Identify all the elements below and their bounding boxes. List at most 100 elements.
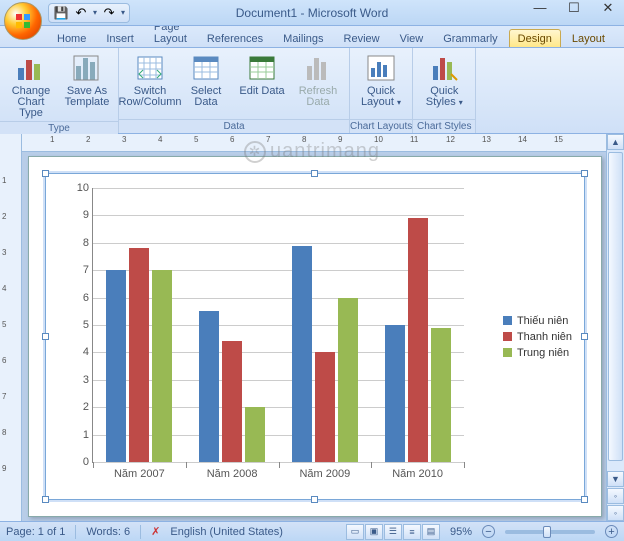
- legend-item[interactable]: Trung niên: [503, 347, 572, 359]
- bar[interactable]: [245, 407, 265, 462]
- x-axis-label: Năm 2008: [207, 468, 258, 480]
- switch-row-column-button[interactable]: Switch Row/Column: [123, 50, 177, 110]
- bar[interactable]: [408, 218, 428, 462]
- group-label-data: Data: [119, 119, 349, 133]
- tab-design[interactable]: Design: [509, 29, 561, 47]
- resize-handle[interactable]: [581, 170, 588, 177]
- bar[interactable]: [106, 270, 126, 462]
- x-axis-label: Năm 2007: [114, 468, 165, 480]
- close-button[interactable]: ✕: [598, 0, 618, 16]
- quick-layout-icon: [365, 52, 397, 84]
- title-bar: ▾ ▾ Document1 - Microsoft Word — ☐ ✕: [0, 0, 624, 26]
- office-button[interactable]: [4, 2, 42, 40]
- resize-handle[interactable]: [581, 496, 588, 503]
- status-bar: Page: 1 of 1 Words: 6 ✗ English (United …: [0, 521, 624, 541]
- bar[interactable]: [129, 248, 149, 462]
- tab-home[interactable]: Home: [48, 29, 95, 47]
- save-icon[interactable]: [53, 5, 69, 21]
- template-icon: [71, 52, 103, 84]
- resize-handle[interactable]: [581, 333, 588, 340]
- bar[interactable]: [315, 352, 335, 462]
- tab-format[interactable]: Format: [616, 29, 624, 47]
- zoom-slider-thumb[interactable]: [543, 526, 551, 538]
- bar[interactable]: [152, 270, 172, 462]
- chart-legend[interactable]: Thiếu niên Thanh niên Trung niên: [503, 311, 572, 363]
- chart-type-icon: [15, 52, 47, 84]
- y-axis-label: 8: [83, 237, 89, 249]
- zoom-out-button[interactable]: −: [482, 525, 495, 538]
- view-full-screen-icon[interactable]: ▣: [365, 524, 383, 540]
- bar[interactable]: [385, 325, 405, 462]
- group-chart-styles: Quick Styles ▾ Chart Styles: [413, 48, 476, 133]
- bar[interactable]: [292, 246, 312, 462]
- ribbon: Change Chart Type Save As Template Type …: [0, 48, 624, 134]
- bar[interactable]: [338, 298, 358, 462]
- tab-insert[interactable]: Insert: [97, 29, 143, 47]
- zoom-slider[interactable]: [505, 530, 595, 534]
- document-area: 123456789 123456789101112131415 01234567…: [0, 134, 624, 521]
- status-words[interactable]: Words: 6: [86, 526, 130, 538]
- chart-object[interactable]: 012345678910Năm 2007Năm 2008Năm 2009Năm …: [45, 173, 585, 500]
- maximize-button[interactable]: ☐: [564, 0, 584, 16]
- bar[interactable]: [199, 311, 219, 462]
- resize-handle[interactable]: [42, 333, 49, 340]
- zoom-level[interactable]: 95%: [450, 526, 472, 538]
- chevron-down-icon: ▾: [459, 98, 463, 107]
- horizontal-ruler[interactable]: 123456789101112131415: [22, 134, 606, 152]
- legend-item[interactable]: Thanh niên: [503, 331, 572, 343]
- tab-references[interactable]: References: [198, 29, 272, 47]
- tab-review[interactable]: Review: [335, 29, 389, 47]
- bar[interactable]: [431, 328, 451, 462]
- resize-handle[interactable]: [42, 170, 49, 177]
- zoom-in-button[interactable]: +: [605, 525, 618, 538]
- vertical-ruler[interactable]: 123456789: [0, 134, 22, 521]
- resize-handle[interactable]: [42, 496, 49, 503]
- view-print-layout-icon[interactable]: ▭: [346, 524, 364, 540]
- quick-styles-button[interactable]: Quick Styles ▾: [417, 50, 471, 110]
- y-axis-label: 2: [83, 401, 89, 413]
- edit-data-button[interactable]: Edit Data: [235, 50, 289, 99]
- prev-page-icon[interactable]: ◦: [607, 488, 624, 504]
- proofing-icon[interactable]: ✗: [151, 525, 160, 538]
- vertical-scrollbar[interactable]: ▲ ▼ ◦ ◦: [606, 134, 624, 521]
- view-draft-icon[interactable]: ▤: [422, 524, 440, 540]
- quick-styles-icon: [428, 52, 460, 84]
- refresh-data-button[interactable]: Refresh Data: [291, 50, 345, 110]
- legend-item[interactable]: Thiếu niên: [503, 315, 572, 327]
- resize-handle[interactable]: [311, 496, 318, 503]
- redo-icon[interactable]: [101, 5, 117, 21]
- view-web-icon[interactable]: ☰: [384, 524, 402, 540]
- view-outline-icon[interactable]: ≡: [403, 524, 421, 540]
- legend-label: Thanh niên: [517, 331, 572, 343]
- y-axis-label: 4: [83, 346, 89, 358]
- bar[interactable]: [222, 341, 242, 462]
- next-page-icon[interactable]: ◦: [607, 505, 624, 521]
- select-data-button[interactable]: Select Data: [179, 50, 233, 110]
- legend-swatch: [503, 332, 512, 341]
- scroll-down-icon[interactable]: ▼: [607, 471, 624, 487]
- change-chart-type-button[interactable]: Change Chart Type: [4, 50, 58, 121]
- status-language[interactable]: English (United States): [170, 526, 283, 538]
- y-axis-label: 7: [83, 264, 89, 276]
- y-axis-label: 1: [83, 429, 89, 441]
- quick-layout-button[interactable]: Quick Layout ▾: [354, 50, 408, 110]
- qat-customize-icon[interactable]: ▾: [121, 8, 125, 17]
- save-as-template-button[interactable]: Save As Template: [60, 50, 114, 110]
- minimize-button[interactable]: —: [530, 0, 550, 16]
- scroll-thumb[interactable]: [608, 152, 623, 461]
- tab-mailings[interactable]: Mailings: [274, 29, 332, 47]
- y-axis-label: 6: [83, 292, 89, 304]
- edit-data-icon: [246, 52, 278, 84]
- resize-handle[interactable]: [311, 170, 318, 177]
- chart-plot-area[interactable]: 012345678910Năm 2007Năm 2008Năm 2009Năm …: [92, 188, 464, 463]
- tab-grammarly[interactable]: Grammarly: [434, 29, 506, 47]
- ribbon-tabs: Home Insert Page Layout References Maili…: [0, 26, 624, 48]
- tab-layout[interactable]: Layout: [563, 29, 614, 47]
- tab-view[interactable]: View: [391, 29, 433, 47]
- undo-dropdown-icon[interactable]: ▾: [93, 8, 97, 17]
- status-page[interactable]: Page: 1 of 1: [6, 526, 65, 538]
- refresh-icon: [302, 52, 334, 84]
- undo-icon[interactable]: [73, 5, 89, 21]
- scroll-up-icon[interactable]: ▲: [607, 134, 624, 150]
- quick-access-toolbar: ▾ ▾: [48, 3, 130, 23]
